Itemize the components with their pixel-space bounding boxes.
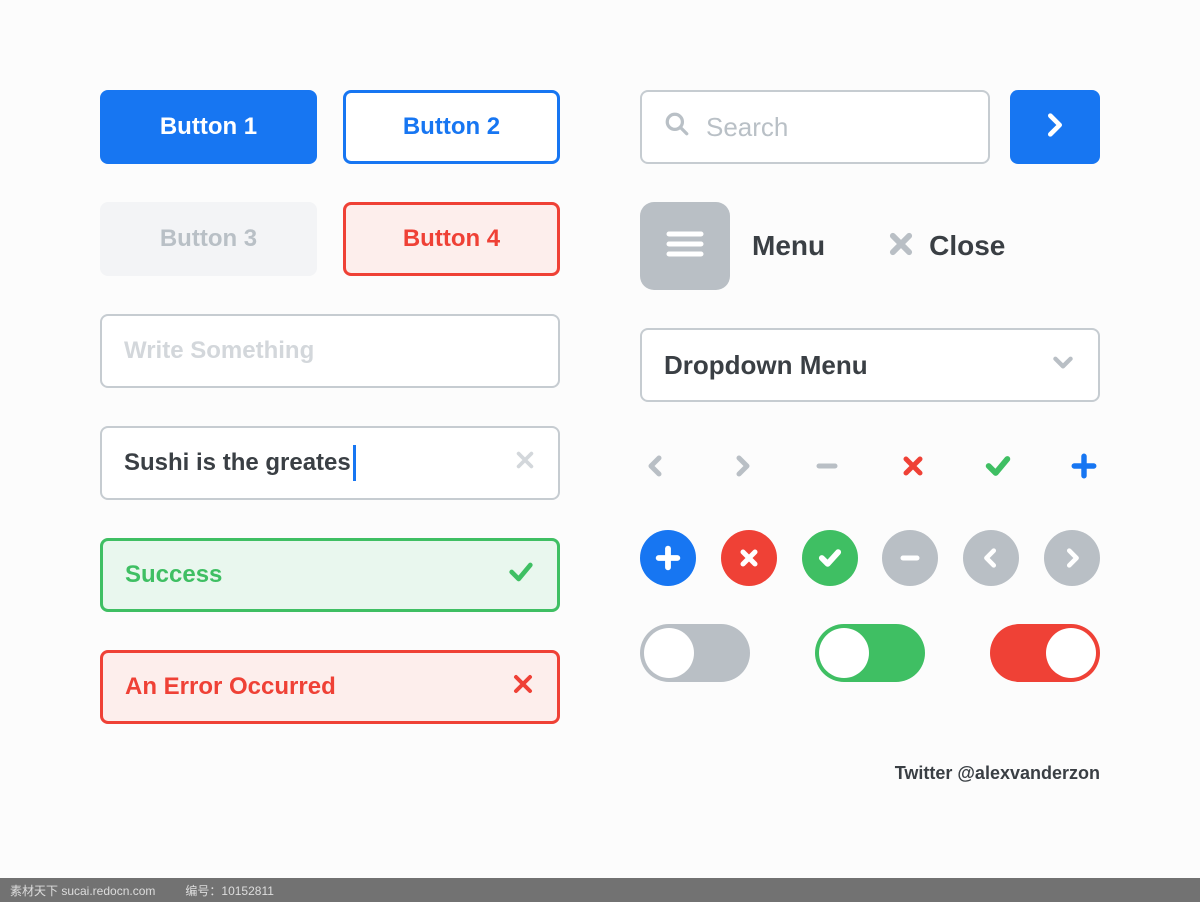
watermark-footer: 素材天下 sucai.redocn.com 编号：10152811 <box>0 878 1200 902</box>
icon-row <box>640 440 1100 492</box>
toggle-green[interactable] <box>815 624 925 682</box>
toggle-knob <box>1046 628 1096 678</box>
check-icon <box>507 558 535 593</box>
button-1-label: Button 1 <box>160 113 257 141</box>
toggle-knob <box>819 628 869 678</box>
error-label: An Error Occurred <box>125 673 336 701</box>
check-icon <box>816 544 844 572</box>
check-icon[interactable] <box>982 450 1014 482</box>
dropdown-label: Dropdown Menu <box>664 350 868 381</box>
right-column: Search Menu Close Drop <box>640 90 1100 724</box>
menu-button[interactable] <box>640 202 730 290</box>
footer-id-value: 10152811 <box>221 884 274 898</box>
search-icon <box>664 111 690 144</box>
button-4[interactable]: Button 4 <box>343 202 560 276</box>
chevron-right-icon <box>1061 547 1083 569</box>
search-row: Search <box>640 90 1100 164</box>
menu-row: Menu Close <box>640 202 1100 290</box>
success-label: Success <box>125 561 222 589</box>
chevron-left-icon <box>980 547 1002 569</box>
footer-id: 编号：10152811 <box>185 882 274 899</box>
write-input[interactable]: Write Something <box>100 314 560 388</box>
x-icon <box>511 672 535 703</box>
toggle-row <box>640 624 1100 682</box>
hamburger-icon <box>665 228 705 265</box>
toggle-off[interactable] <box>640 624 750 682</box>
add-circle-button[interactable] <box>640 530 696 586</box>
toggle-knob <box>644 628 694 678</box>
button-row-1: Button 1 Button 2 <box>100 90 560 164</box>
chevron-down-icon <box>1050 349 1076 382</box>
footer-site: 素材天下 sucai.redocn.com <box>10 882 155 899</box>
clear-icon[interactable] <box>514 449 536 478</box>
close-circle-button[interactable] <box>721 530 777 586</box>
menu-label: Menu <box>752 230 825 262</box>
minus-icon[interactable] <box>811 450 843 482</box>
close-icon <box>887 230 915 263</box>
button-row-2: Button 3 Button 4 <box>100 202 560 276</box>
search-input[interactable]: Search <box>640 90 990 164</box>
chevron-right-icon[interactable] <box>726 450 758 482</box>
next-circle-button[interactable] <box>1044 530 1100 586</box>
button-3[interactable]: Button 3 <box>100 202 317 276</box>
go-button[interactable] <box>1010 90 1100 164</box>
button-2-label: Button 2 <box>403 113 500 141</box>
button-3-label: Button 3 <box>160 225 257 253</box>
close-button[interactable]: Close <box>887 230 1005 263</box>
credit-text: Twitter @alexvanderzon <box>895 763 1100 784</box>
circle-icon-row <box>640 530 1100 586</box>
error-status: An Error Occurred <box>100 650 560 724</box>
toggle-red[interactable] <box>990 624 1100 682</box>
close-label: Close <box>929 230 1005 262</box>
dropdown-menu[interactable]: Dropdown Menu <box>640 328 1100 402</box>
plus-icon[interactable] <box>1068 450 1100 482</box>
prev-circle-button[interactable] <box>963 530 1019 586</box>
plus-icon <box>654 544 682 572</box>
button-4-label: Button 4 <box>403 225 500 253</box>
typed-input[interactable]: Sushi is the greates <box>100 426 560 500</box>
text-cursor <box>353 445 356 481</box>
check-circle-button[interactable] <box>802 530 858 586</box>
typed-value: Sushi is the greates <box>124 449 351 477</box>
chevron-right-icon <box>1041 111 1069 144</box>
x-icon <box>737 546 761 570</box>
chevron-left-icon[interactable] <box>640 450 672 482</box>
left-column: Button 1 Button 2 Button 3 Button 4 Writ… <box>100 90 560 724</box>
write-placeholder: Write Something <box>124 337 314 365</box>
button-2[interactable]: Button 2 <box>343 90 560 164</box>
button-1[interactable]: Button 1 <box>100 90 317 164</box>
footer-id-label: 编号： <box>185 884 221 898</box>
search-placeholder: Search <box>706 112 788 143</box>
minus-icon <box>898 546 922 570</box>
success-status: Success <box>100 538 560 612</box>
minus-circle-button[interactable] <box>882 530 938 586</box>
x-icon[interactable] <box>897 450 929 482</box>
